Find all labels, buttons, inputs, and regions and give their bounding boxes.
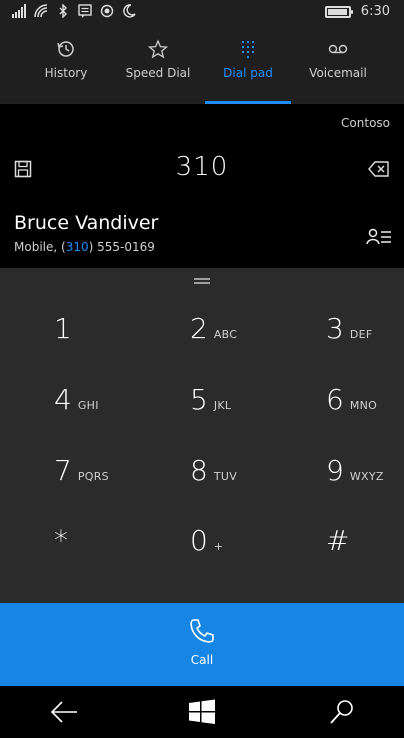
call-button[interactable]: Call bbox=[0, 603, 404, 686]
status-time: 6:30 bbox=[360, 4, 390, 19]
key-digit: 4 bbox=[54, 383, 72, 416]
key-digit: 1 bbox=[54, 312, 72, 345]
key-8[interactable]: 8 TUV bbox=[190, 454, 310, 514]
key-7[interactable]: 7 PQRS bbox=[54, 454, 174, 514]
status-bar: 6:30 bbox=[0, 0, 404, 24]
key-letters: WXYZ bbox=[349, 470, 384, 483]
key-letters: DEF bbox=[349, 328, 373, 341]
windows-start-icon[interactable] bbox=[186, 698, 218, 726]
contact-suggestion[interactable]: Bruce Vandiver Mobile, (310) 555-0169 bbox=[0, 204, 404, 268]
status-icons bbox=[12, 4, 136, 18]
back-icon[interactable] bbox=[48, 698, 80, 726]
call-label: Call bbox=[190, 653, 214, 667]
key-letters: JKL bbox=[213, 399, 232, 412]
bluetooth-icon bbox=[59, 4, 67, 18]
account-label[interactable]: Contoso bbox=[341, 116, 390, 130]
key-digit: 3 bbox=[326, 312, 344, 345]
tab-voicemail-label: Voicemail bbox=[309, 66, 367, 80]
contact-detail-match: 310 bbox=[65, 240, 89, 254]
tab-history-label: History bbox=[44, 66, 88, 80]
key-9[interactable]: 9 WXYZ bbox=[326, 454, 404, 514]
key-2[interactable]: 2 ABC bbox=[190, 312, 310, 372]
key-letters: PQRS bbox=[77, 470, 109, 483]
phone-icon bbox=[190, 619, 214, 643]
signal-icon bbox=[12, 4, 26, 18]
number-row: 310 bbox=[0, 142, 404, 198]
drag-handle[interactable] bbox=[194, 278, 210, 284]
notification-icon bbox=[78, 4, 92, 18]
key-digit: * bbox=[54, 524, 68, 557]
dialpad-icon bbox=[242, 41, 254, 58]
search-icon[interactable] bbox=[326, 698, 358, 726]
active-tab-indicator bbox=[205, 101, 291, 104]
tab-history[interactable]: History bbox=[20, 38, 112, 96]
location-icon bbox=[100, 4, 114, 18]
key-letters: GHI bbox=[77, 399, 99, 412]
tab-dial-pad[interactable]: Dial pad bbox=[202, 38, 294, 96]
battery-icon bbox=[324, 5, 353, 18]
key-letters: ABC bbox=[213, 328, 238, 341]
key-1[interactable]: 1 bbox=[54, 312, 174, 372]
key-5[interactable]: 5 JKL bbox=[190, 383, 310, 443]
system-nav-bar bbox=[0, 686, 404, 738]
tab-speed-dial[interactable]: Speed Dial bbox=[112, 38, 204, 96]
key-hash[interactable]: # bbox=[326, 524, 404, 584]
key-6[interactable]: 6 MNO bbox=[326, 383, 404, 443]
key-digit: 7 bbox=[54, 454, 72, 487]
backspace-icon[interactable] bbox=[368, 160, 390, 178]
key-digit: 9 bbox=[326, 454, 344, 487]
key-digit: 5 bbox=[190, 383, 208, 416]
tab-bar: History Speed Dial Dial pad Voicemail bbox=[0, 24, 404, 104]
key-letters: MNO bbox=[349, 399, 378, 412]
star-icon bbox=[148, 39, 168, 59]
contact-name: Bruce Vandiver bbox=[14, 212, 159, 234]
key-letters: + bbox=[213, 540, 224, 553]
key-letters: TUV bbox=[213, 470, 238, 483]
key-star[interactable]: * bbox=[54, 524, 174, 584]
tab-dial-pad-label: Dial pad bbox=[223, 66, 273, 80]
contact-detail-suffix: ) 555-0169 bbox=[88, 240, 155, 254]
contact-detail: Mobile, (310) 555-0169 bbox=[14, 240, 155, 254]
key-digit: 0 bbox=[190, 524, 208, 557]
quiet-hours-icon bbox=[123, 4, 136, 18]
key-digit: # bbox=[326, 524, 350, 557]
key-digit: 2 bbox=[190, 312, 208, 345]
contact-list-icon[interactable] bbox=[366, 226, 392, 248]
voicemail-icon bbox=[328, 44, 348, 54]
key-digit: 6 bbox=[326, 383, 344, 416]
dial-pad: 1 2 ABC 3 DEF 4 GHI 5 JKL 6 MNO 7 PQRS 8… bbox=[0, 268, 404, 603]
tab-voicemail[interactable]: Voicemail bbox=[292, 38, 384, 96]
key-3[interactable]: 3 DEF bbox=[326, 312, 404, 372]
history-icon bbox=[57, 41, 74, 57]
key-0[interactable]: 0 + bbox=[190, 524, 310, 584]
dialed-number: 310 bbox=[175, 152, 229, 182]
contact-detail-prefix: Mobile, ( bbox=[14, 240, 66, 254]
status-right: 6:30 bbox=[324, 4, 390, 19]
key-digit: 8 bbox=[190, 454, 208, 487]
tab-speed-dial-label: Speed Dial bbox=[125, 66, 191, 80]
key-4[interactable]: 4 GHI bbox=[54, 383, 174, 443]
wifi-icon bbox=[34, 4, 48, 18]
